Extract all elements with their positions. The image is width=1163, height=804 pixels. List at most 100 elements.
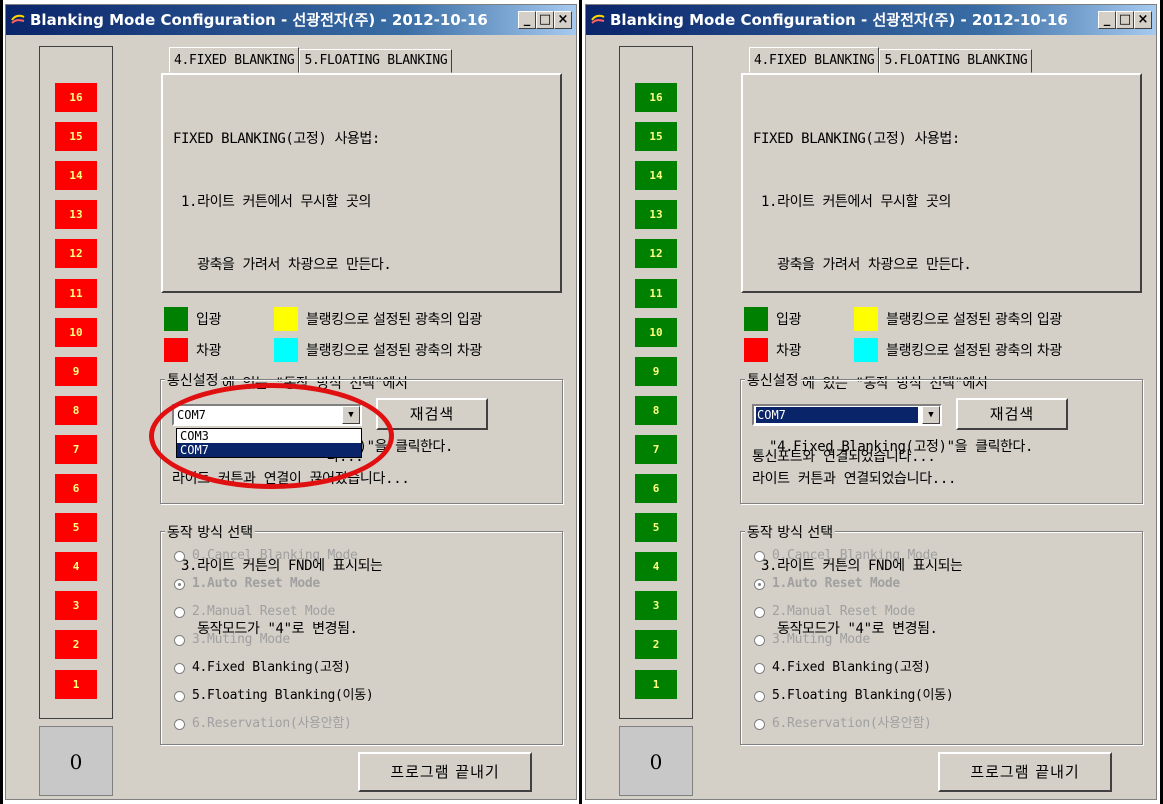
close-button[interactable]: × bbox=[554, 11, 572, 29]
beam-led-8: 8 bbox=[635, 395, 677, 425]
legend-label: 블랭킹으로 설정된 광축의 차광 bbox=[886, 343, 1062, 359]
beam-led-12: 12 bbox=[55, 239, 97, 269]
title-bar[interactable]: Blanking Mode Configuration - 선광전자(주) - … bbox=[586, 5, 1156, 35]
beam-led-10: 10 bbox=[635, 317, 677, 347]
com-port-select[interactable]: COM7 ▼ bbox=[752, 404, 942, 426]
instruction-line: 1.라이트 커튼에서 무시할 곳의 bbox=[753, 194, 951, 210]
maximize-button[interactable]: □ bbox=[1116, 11, 1134, 29]
curtain-status: 라이트 커튼과 연결되었습니다... bbox=[752, 471, 957, 487]
radio-dot bbox=[754, 635, 765, 646]
minimize-button[interactable]: _ bbox=[1098, 11, 1116, 29]
radio-label: 1.Auto Reset Mode bbox=[192, 576, 320, 591]
beam-led-10: 10 bbox=[55, 317, 97, 347]
radio-label: 5.Floating Blanking(이동) bbox=[772, 688, 954, 703]
instruction-line: 1.라이트 커튼에서 무시할 곳의 bbox=[173, 194, 371, 210]
beam-led-3: 3 bbox=[55, 591, 97, 621]
beam-led-9: 9 bbox=[635, 356, 677, 386]
mode-tabs: 4.FIXED BLANKING 5.FLOATING BLANKING bbox=[749, 47, 1033, 73]
minimize-button[interactable]: _ bbox=[518, 11, 536, 29]
beam-led-9: 9 bbox=[55, 356, 97, 386]
beam-led-14: 14 bbox=[55, 161, 97, 191]
beam-led-8: 8 bbox=[55, 395, 97, 425]
tab-floating-blanking[interactable]: 5.FLOATING BLANKING bbox=[879, 49, 1033, 73]
beam-led-11: 11 bbox=[55, 278, 97, 308]
radio-dot bbox=[174, 719, 185, 730]
exit-program-button[interactable]: 프로그램 끝내기 bbox=[938, 752, 1112, 792]
exit-program-button[interactable]: 프로그램 끝내기 bbox=[358, 752, 532, 792]
window-title: Blanking Mode Configuration - 선광전자(주) - … bbox=[610, 11, 1068, 29]
config-window-left: Blanking Mode Configuration - 선광전자(주) - … bbox=[5, 4, 577, 800]
beam-led-2: 2 bbox=[635, 630, 677, 660]
highlight-oval bbox=[149, 383, 394, 489]
red-swatch bbox=[164, 338, 188, 362]
green-swatch bbox=[164, 307, 188, 331]
maximize-button[interactable]: □ bbox=[536, 11, 554, 29]
radio-dot bbox=[754, 719, 765, 730]
radio-label: 6.Reservation(사용안함) bbox=[192, 716, 352, 731]
instruction-line: 광축을 가려서 차광으로 만든다. bbox=[753, 257, 972, 273]
beam-led-12: 12 bbox=[635, 239, 677, 269]
app-icon bbox=[11, 14, 25, 24]
radio-dot bbox=[174, 607, 185, 618]
rescan-button[interactable]: 재검색 bbox=[376, 398, 488, 430]
radio-dot bbox=[754, 551, 765, 562]
radio-dot bbox=[174, 635, 185, 646]
instruction-line: 광축을 가려서 차광으로 만든다. bbox=[173, 257, 392, 273]
beam-counter: 0 bbox=[619, 726, 693, 796]
beam-led-15: 15 bbox=[635, 122, 677, 152]
beam-led-16: 16 bbox=[635, 83, 677, 112]
radio-label: 1.Auto Reset Mode bbox=[772, 576, 900, 591]
legend-label: 차광 bbox=[776, 343, 802, 359]
beam-led-7: 7 bbox=[635, 434, 677, 464]
operation-mode-title: 동작 방식 선택 bbox=[745, 522, 836, 542]
radio-label: 5.Floating Blanking(이동) bbox=[192, 688, 374, 703]
legend-label: 블랭킹으로 설정된 광축의 입광 bbox=[306, 312, 482, 328]
tab-floating-blanking[interactable]: 5.FLOATING BLANKING bbox=[299, 49, 453, 73]
radio-label: 2.Manual Reset Mode bbox=[772, 604, 916, 619]
radio-dot bbox=[754, 607, 765, 618]
beam-led-4: 4 bbox=[635, 552, 677, 582]
radio-dot bbox=[754, 691, 765, 702]
radio-label: 4.Fixed Blanking(고정) bbox=[192, 660, 351, 675]
legend-label: 블랭킹으로 설정된 광축의 차광 bbox=[306, 343, 482, 359]
tab-fixed-blanking[interactable]: 4.FIXED BLANKING bbox=[169, 47, 300, 73]
yellow-swatch bbox=[274, 307, 298, 331]
beam-status-panel: 16 15 14 13 12 11 10 9 8 7 6 5 4 3 2 1 bbox=[619, 46, 693, 719]
beam-led-16: 16 bbox=[55, 83, 97, 112]
window-title: Blanking Mode Configuration - 선광전자(주) - … bbox=[30, 11, 488, 29]
beam-led-4: 4 bbox=[55, 552, 97, 582]
radio-label: 0.Cancel Blanking Mode bbox=[772, 548, 938, 563]
legend-label: 입광 bbox=[196, 312, 222, 328]
port-status: 통신포트와 연결되었습니다... bbox=[752, 449, 936, 465]
radio-label: 3.Muting Mode bbox=[772, 632, 870, 647]
beam-led-5: 5 bbox=[635, 513, 677, 543]
outer-left-border bbox=[0, 0, 3, 804]
legend-label: 입광 bbox=[776, 312, 802, 328]
beam-led-15: 15 bbox=[55, 122, 97, 152]
radio-dot bbox=[174, 579, 185, 590]
close-button[interactable]: × bbox=[1134, 11, 1152, 29]
beam-led-6: 6 bbox=[635, 474, 677, 503]
cyan-swatch bbox=[854, 338, 878, 362]
usage-instructions: FIXED BLANKING(고정) 사용법: 1.라이트 커튼에서 무시할 곳… bbox=[741, 73, 1142, 637]
beam-led-11: 11 bbox=[635, 278, 677, 308]
beam-status-panel: 16 15 14 13 12 11 10 9 8 7 6 5 4 3 2 1 bbox=[39, 46, 113, 719]
radio-dot bbox=[754, 663, 765, 674]
radio-label: 4.Fixed Blanking(고정) bbox=[772, 660, 931, 675]
rescan-button[interactable]: 재검색 bbox=[956, 398, 1068, 430]
cyan-swatch bbox=[274, 338, 298, 362]
mode-tabs: 4.FIXED BLANKING 5.FLOATING BLANKING bbox=[169, 47, 453, 73]
title-bar[interactable]: Blanking Mode Configuration - 선광전자(주) - … bbox=[6, 5, 576, 35]
beam-led-13: 13 bbox=[635, 200, 677, 230]
beam-led-1: 1 bbox=[635, 669, 677, 699]
radio-label: 0.Cancel Blanking Mode bbox=[192, 548, 358, 563]
app-icon bbox=[591, 14, 605, 24]
comm-settings-title: 통신설정 bbox=[745, 370, 801, 390]
radio-dot bbox=[174, 691, 185, 702]
config-window-right: Blanking Mode Configuration - 선광전자(주) - … bbox=[585, 4, 1157, 800]
beam-led-1: 1 bbox=[55, 669, 97, 699]
chevron-down-icon[interactable]: ▼ bbox=[922, 406, 940, 424]
operation-mode-title: 동작 방식 선택 bbox=[165, 522, 256, 542]
tab-fixed-blanking[interactable]: 4.FIXED BLANKING bbox=[749, 47, 880, 73]
radio-dot bbox=[174, 663, 185, 674]
